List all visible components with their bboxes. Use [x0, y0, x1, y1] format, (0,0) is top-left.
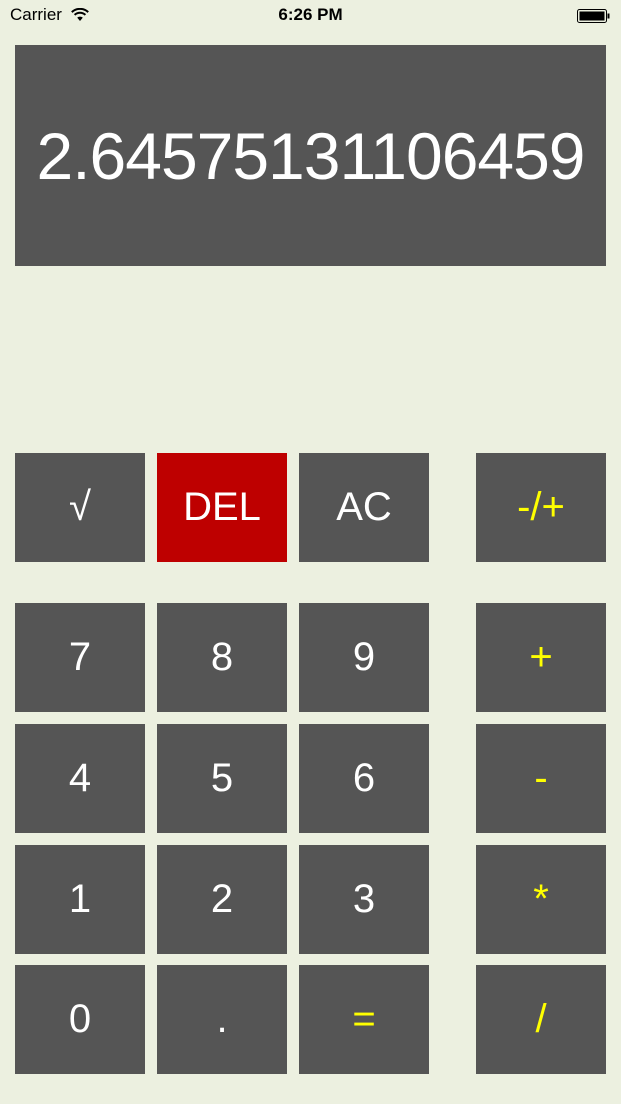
delete-button[interactable]: DEL — [157, 453, 287, 562]
all-clear-button[interactable]: AC — [299, 453, 429, 562]
status-bar: Carrier 6:26 PM — [0, 0, 621, 32]
digit-7-button[interactable]: 7 — [15, 603, 145, 712]
subtract-button[interactable]: - — [476, 724, 606, 833]
result-display: 2.64575131106459 — [15, 45, 606, 266]
battery-icon — [577, 9, 610, 23]
digit-5-button[interactable]: 5 — [157, 724, 287, 833]
equals-button[interactable]: = — [299, 965, 429, 1074]
multiply-button[interactable]: * — [476, 845, 606, 954]
digit-3-button[interactable]: 3 — [299, 845, 429, 954]
digit-2-button[interactable]: 2 — [157, 845, 287, 954]
digit-0-button[interactable]: 0 — [15, 965, 145, 1074]
square-root-button[interactable]: √ — [15, 453, 145, 562]
add-button[interactable]: + — [476, 603, 606, 712]
divide-button[interactable]: / — [476, 965, 606, 1074]
decimal-point-button[interactable]: . — [157, 965, 287, 1074]
digit-9-button[interactable]: 9 — [299, 603, 429, 712]
digit-6-button[interactable]: 6 — [299, 724, 429, 833]
digit-8-button[interactable]: 8 — [157, 603, 287, 712]
digit-4-button[interactable]: 4 — [15, 724, 145, 833]
digit-1-button[interactable]: 1 — [15, 845, 145, 954]
clock-time: 6:26 PM — [278, 5, 343, 24]
negate-button[interactable]: -/+ — [476, 453, 606, 562]
